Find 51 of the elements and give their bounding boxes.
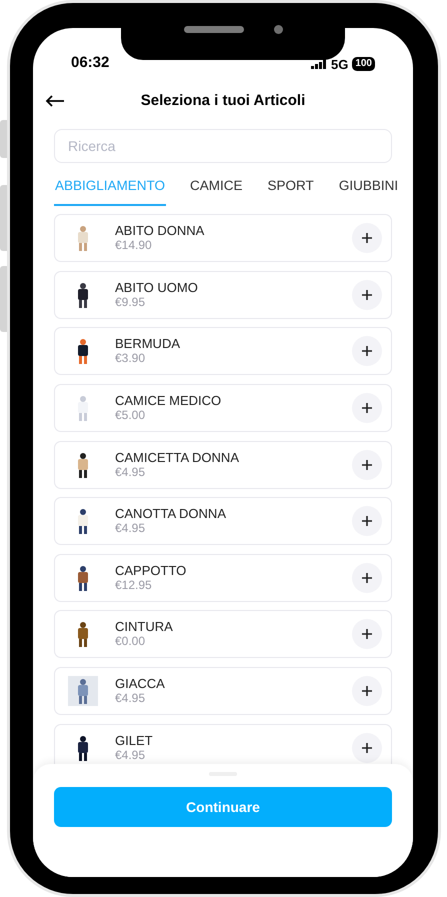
add-button[interactable]: [352, 223, 382, 254]
plus-icon: [362, 686, 372, 696]
screen-title: Seleziona i tuoi Articoli: [140, 90, 306, 111]
product-name: ABITO UOMO: [115, 280, 199, 295]
add-button[interactable]: [352, 562, 382, 593]
plus-icon: [362, 572, 372, 583]
network-label: 5G: [330, 56, 348, 74]
category-tab[interactable]: GIUBBINI: [338, 176, 400, 206]
search-field[interactable]: Ricerca: [54, 129, 392, 163]
product-price: €9.95: [115, 294, 146, 310]
plus-icon: [362, 290, 372, 300]
product-name: CAMICETTA DONNA: [115, 450, 240, 465]
product-name: BERMUDA: [115, 336, 182, 352]
product-name: GILET: [115, 732, 154, 748]
product-price: €4.95: [115, 748, 146, 763]
add-button[interactable]: [352, 619, 382, 650]
add-button[interactable]: [352, 676, 382, 706]
speaker-icon: [184, 26, 244, 33]
plus-icon: [362, 460, 372, 470]
plus-icon: [362, 346, 372, 356]
plus-icon: [362, 742, 372, 753]
add-button[interactable]: [352, 506, 382, 536]
back-arrow-icon[interactable]: [45, 95, 65, 107]
plus-icon: [362, 233, 372, 244]
product-price: €12.95: [115, 578, 153, 593]
add-button[interactable]: [352, 732, 382, 763]
product-price: €0.00: [115, 634, 146, 650]
product-name: CANOTTA DONNA: [115, 506, 227, 522]
product-price: €3.90: [115, 351, 146, 366]
product-price: €5.00: [115, 408, 146, 424]
product-name: GIACCA: [115, 676, 166, 691]
product-name: ABITO DONNA: [115, 223, 206, 238]
category-tab[interactable]: CAMICE: [189, 176, 244, 206]
product-name: CINTURA: [115, 619, 174, 634]
product-price: €4.95: [115, 521, 146, 536]
camera-icon: [274, 25, 282, 34]
product-price: €4.95: [115, 691, 146, 706]
add-button[interactable]: [352, 393, 382, 424]
status-time: 06:32: [71, 52, 110, 72]
battery-indicator: 100: [352, 57, 375, 72]
product-price: €14.90: [115, 238, 153, 254]
add-button[interactable]: [352, 280, 382, 310]
add-button[interactable]: [352, 336, 382, 366]
plus-icon: [362, 629, 372, 640]
product-name: CAMICE MEDICO: [115, 393, 222, 408]
add-button[interactable]: [352, 450, 382, 480]
product-price: €4.95: [115, 464, 146, 480]
category-tab[interactable]: SPORT: [266, 176, 315, 206]
plus-icon: [362, 516, 372, 526]
plus-icon: [362, 403, 372, 414]
product-name: CAPPOTTO: [115, 562, 188, 578]
